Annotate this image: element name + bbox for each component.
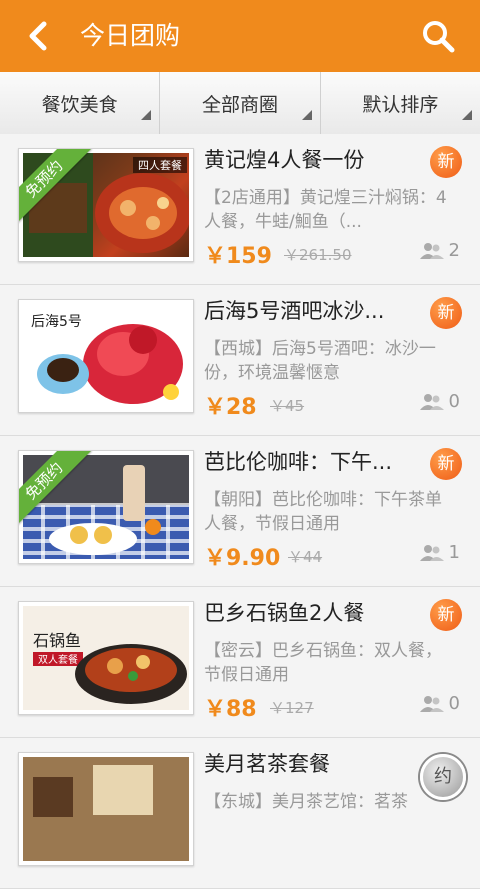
deal-name: 巴乡石锅鱼2人餐: [204, 601, 365, 625]
page-title: 今日团购: [80, 21, 181, 50]
buyers-count: 0: [419, 391, 460, 412]
new-badge: 新: [430, 297, 462, 329]
buyers-count-value: 0: [448, 391, 460, 412]
deal-list: 四人套餐 免预约 黄记煌4人餐一份 【2店通用】黄记煌三汁焖锅：4人餐，牛蛙/鮰…: [0, 134, 480, 889]
buyers-count-value: 1: [448, 542, 460, 563]
deal-thumbnail: 石锅鱼 双人套餐: [18, 601, 194, 715]
filter-sort[interactable]: 默认排序: [321, 72, 480, 134]
filter-area[interactable]: 全部商圈: [160, 72, 321, 134]
deal-price: ￥9.90: [204, 546, 281, 571]
deal-old-price: ￥44: [288, 548, 323, 566]
deal-desc: 【朝阳】芭比伦咖啡：下午茶单人餐，节假日通用: [204, 490, 442, 534]
people-icon: [419, 544, 444, 561]
deal-item[interactable]: 美月茗茶套餐 【东城】美月茶艺馆：茗茶 约: [0, 738, 480, 889]
buyers-count: 1: [419, 542, 460, 563]
filter-area-label: 全部商圈: [201, 93, 278, 116]
filter-sort-label: 默认排序: [362, 93, 439, 116]
buyers-count: 2: [419, 240, 460, 261]
deal-name: 后海5号酒吧冰沙...: [204, 299, 385, 323]
people-icon: [419, 242, 444, 259]
filter-bar: 餐饮美食 全部商圈 默认排序: [0, 72, 480, 135]
deal-item[interactable]: 四人套餐 免预约 黄记煌4人餐一份 【2店通用】黄记煌三汁焖锅：4人餐，牛蛙/鮰…: [0, 134, 480, 285]
deal-name: 美月茗茶套餐: [204, 752, 330, 776]
deal-thumbnail: 四人套餐 免预约: [18, 148, 194, 262]
deal-item[interactable]: 后海5号 后海5号酒吧冰沙... 【西城】后海5号酒吧：冰沙一份，环境温馨惬意 …: [0, 285, 480, 436]
deal-old-price: ￥127: [270, 699, 314, 717]
deal-desc: 【西城】后海5号酒吧：冰沙一份，环境温馨惬意: [204, 339, 436, 383]
food-image: 后海5号: [31, 314, 183, 404]
thumb-logo-text: 石锅鱼: [33, 631, 81, 650]
deal-item[interactable]: 石锅鱼 双人套餐 巴乡石锅鱼2人餐 【密云】巴乡石锅鱼：双人餐，节假日通用 ￥8…: [0, 587, 480, 738]
new-badge: 新: [430, 146, 462, 178]
deal-thumbnail: 后海5号: [18, 299, 194, 413]
dropdown-corner-icon: [301, 110, 312, 120]
deal-desc: 【2店通用】黄记煌三汁焖锅：4人餐，牛蛙/鮰鱼（...: [204, 188, 447, 232]
deal-name: 芭比伦咖啡：下午...: [204, 450, 393, 474]
deal-item[interactable]: 免预约 芭比伦咖啡：下午... 【朝阳】芭比伦咖啡：下午茶单人餐，节假日通用 ￥…: [0, 436, 480, 587]
dropdown-corner-icon: [461, 110, 472, 120]
food-image: [23, 757, 189, 861]
food-image: 石锅鱼 双人套餐: [33, 631, 187, 704]
buyers-count-value: 2: [448, 240, 460, 261]
buyers-count-value: 0: [448, 693, 460, 714]
deal-price: ￥28: [204, 395, 257, 420]
thumb-tag-text: 四人套餐: [138, 158, 182, 172]
deal-thumbnail: 免预约: [18, 450, 194, 564]
thumb-tag-text: 双人套餐: [38, 653, 78, 666]
deal-name: 黄记煌4人餐一份: [204, 148, 365, 172]
back-arrow-icon[interactable]: [24, 20, 56, 52]
deal-desc: 【东城】美月茶艺馆：茗茶: [204, 792, 408, 812]
top-bar: 今日团购: [0, 0, 480, 72]
deal-old-price: ￥45: [270, 397, 305, 415]
deal-desc: 【密云】巴乡石锅鱼：双人餐，节假日通用: [204, 641, 442, 685]
deal-price: ￥88: [204, 697, 257, 722]
deal-old-price: ￥261.50: [284, 246, 352, 264]
deal-price: ￥159: [204, 244, 272, 269]
people-icon: [419, 393, 444, 410]
filter-category-label: 餐饮美食: [41, 93, 118, 116]
reservation-badge: 约: [420, 754, 466, 800]
people-icon: [419, 695, 444, 712]
deal-thumbnail: [18, 752, 194, 866]
new-badge: 新: [430, 448, 462, 480]
dropdown-corner-icon: [141, 110, 152, 120]
thumb-logo-text: 后海5号: [31, 314, 82, 330]
buyers-count: 0: [419, 693, 460, 714]
filter-category[interactable]: 餐饮美食: [0, 72, 161, 134]
search-icon[interactable]: [420, 18, 456, 54]
new-badge: 新: [430, 599, 462, 631]
